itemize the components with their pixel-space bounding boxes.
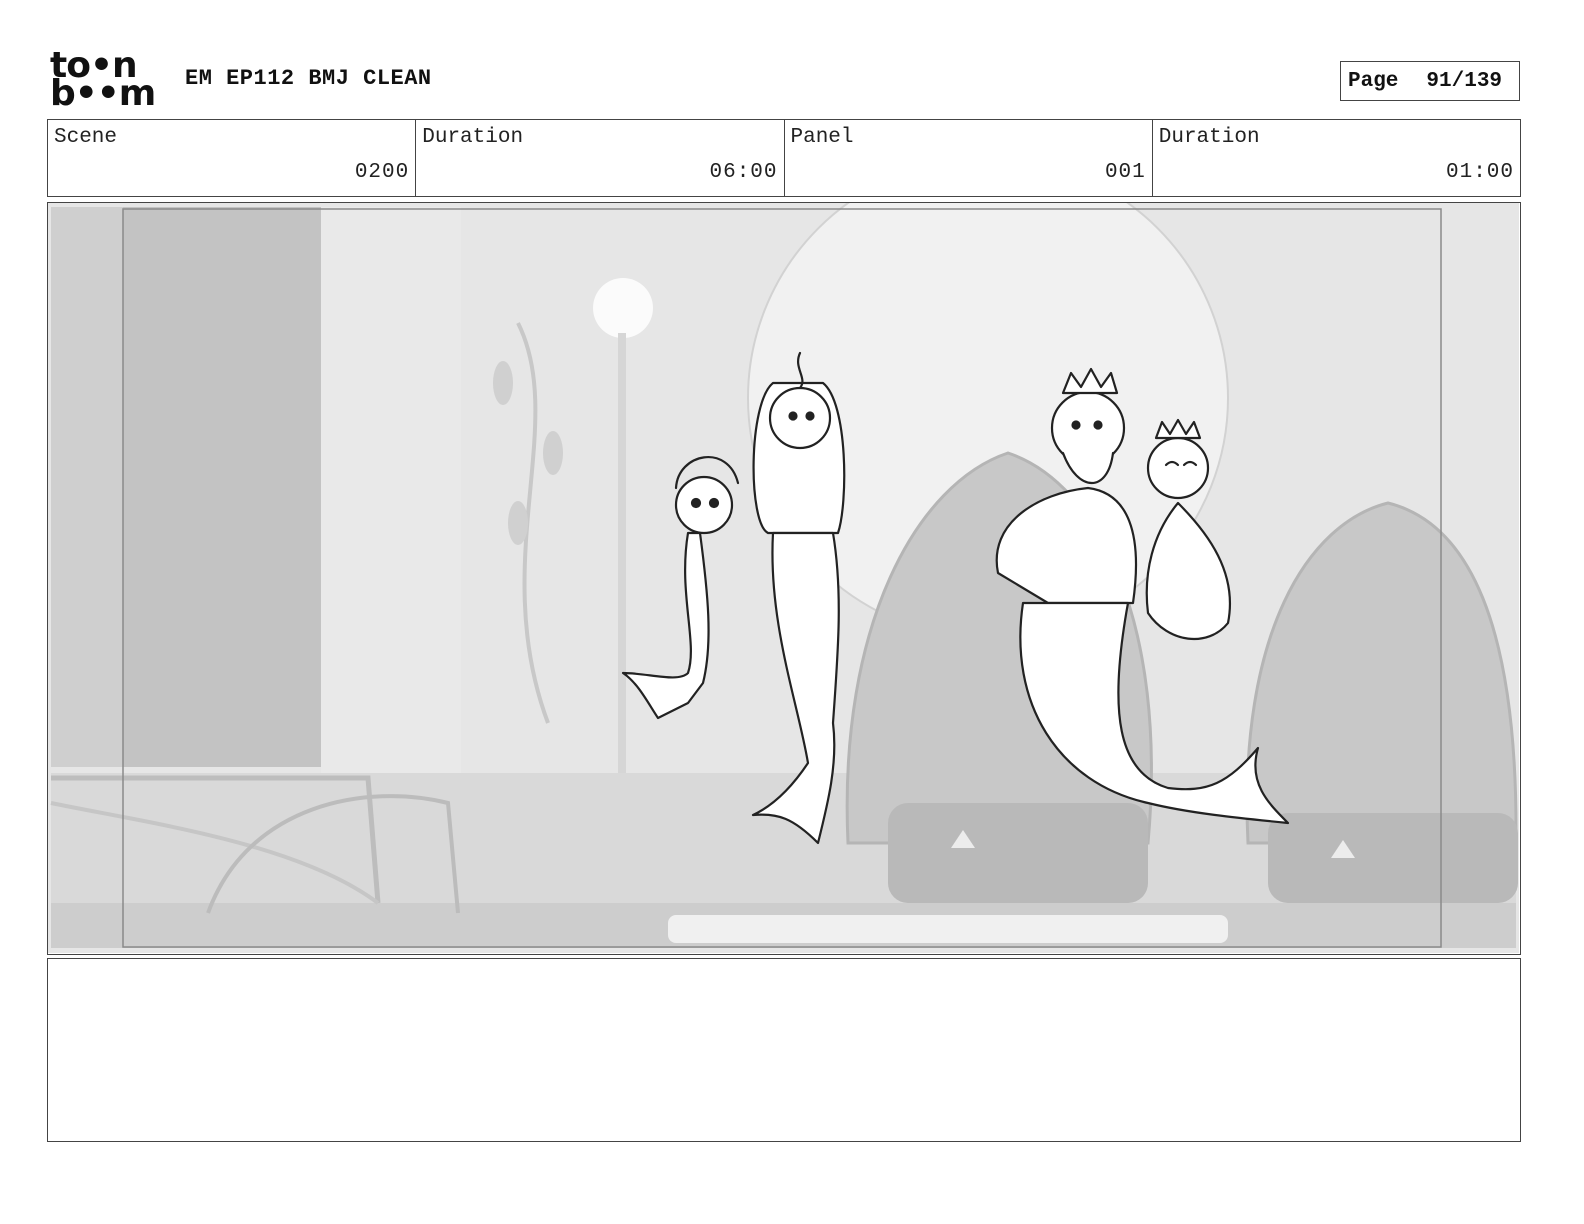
scene-label: Scene	[54, 126, 118, 149]
document-title: EM EP112 BMJ CLEAN	[185, 66, 432, 91]
page-label: Page	[1348, 69, 1399, 93]
panel-duration-label: Duration	[1158, 126, 1260, 149]
panel-value: 001	[1104, 161, 1146, 184]
scene-duration-label: Duration	[422, 126, 524, 149]
page-number: 91/139	[1426, 69, 1503, 93]
storyboard-sketch	[48, 203, 1519, 953]
page-indicator: Page 91/139	[1340, 61, 1520, 101]
panel-notes	[47, 958, 1521, 1142]
panel-duration-cell: Duration 01:00	[1153, 120, 1520, 196]
storyboard-panel-image	[47, 202, 1521, 955]
scene-cell: Scene 0200	[48, 120, 417, 196]
scene-info-row: Scene 0200 Duration 06:00 Panel 001 Dura…	[47, 119, 1521, 197]
panel-cell: Panel 001	[785, 120, 1153, 196]
logo-line-bottom: b••m	[50, 73, 156, 114]
panel-duration-value: 01:00	[1445, 161, 1514, 184]
scene-value: 0200	[354, 161, 410, 184]
panel-label: Panel	[790, 126, 854, 149]
scene-duration-cell: Duration 06:00	[416, 120, 785, 196]
scene-duration-value: 06:00	[709, 161, 778, 184]
toonboom-logo: to•n b••m	[50, 48, 165, 114]
